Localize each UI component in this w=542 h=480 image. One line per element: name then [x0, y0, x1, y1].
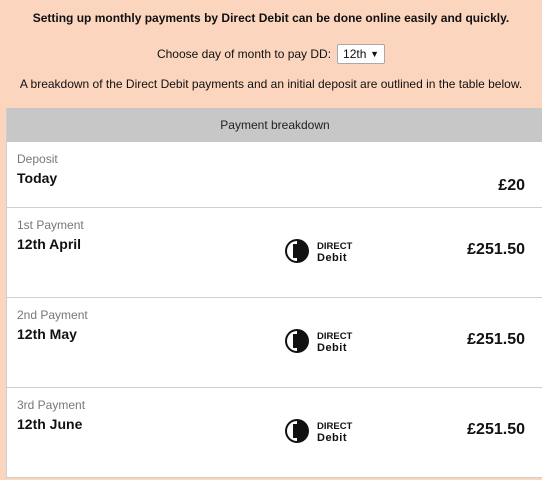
breakdown-note: A breakdown of the Direct Debit payments…	[19, 77, 523, 91]
chevron-down-icon: ▼	[370, 49, 380, 59]
deposit-row: Deposit Today £20	[7, 142, 542, 208]
row-amount: £251.50	[467, 421, 525, 438]
direct-debit-logo-icon: DIRECT Debit	[285, 329, 353, 354]
row-label: Deposit	[17, 152, 58, 166]
svg-text:DIRECT: DIRECT	[317, 331, 353, 342]
row-date: 12th May	[17, 326, 77, 342]
day-select-label: Choose day of month to pay DD:	[156, 47, 332, 61]
svg-text:Debit: Debit	[317, 342, 347, 354]
row-date: 12th April	[17, 236, 82, 252]
intro-text: Setting up monthly payments by Direct De…	[32, 11, 510, 25]
row-label: 1st Payment	[17, 218, 84, 232]
row-amount: £251.50	[467, 241, 525, 258]
row-amount: £251.50	[467, 331, 525, 348]
payment-row: 3rd Payment 12th June DIRECT Debit £251.…	[7, 388, 542, 478]
day-select-row: Choose day of month to pay DD: 12th ▼	[0, 39, 542, 69]
payment-row: 1st Payment 12th April DIRECT Debit £251…	[7, 208, 542, 298]
direct-debit-logo-icon: DIRECT Debit	[285, 419, 353, 444]
table-header: Payment breakdown	[7, 108, 542, 142]
svg-text:Debit: Debit	[317, 432, 347, 444]
payment-row: 2nd Payment 12th May DIRECT Debit £251.5…	[7, 298, 542, 388]
row-date: Today	[17, 170, 58, 186]
row-date: 12th June	[17, 416, 83, 432]
svg-text:DIRECT: DIRECT	[317, 241, 353, 252]
svg-text:Debit: Debit	[317, 252, 347, 264]
row-label: 3rd Payment	[17, 398, 86, 412]
payment-table: Payment breakdown Deposit Today £20 1st …	[6, 108, 542, 478]
direct-debit-logo-icon: DIRECT Debit	[285, 239, 353, 264]
day-select-dropdown[interactable]: 12th ▼	[337, 44, 386, 64]
row-label: 2nd Payment	[17, 308, 88, 322]
svg-text:DIRECT: DIRECT	[317, 421, 353, 432]
row-amount: £20	[498, 177, 525, 194]
day-select-value: 12th	[343, 47, 367, 61]
